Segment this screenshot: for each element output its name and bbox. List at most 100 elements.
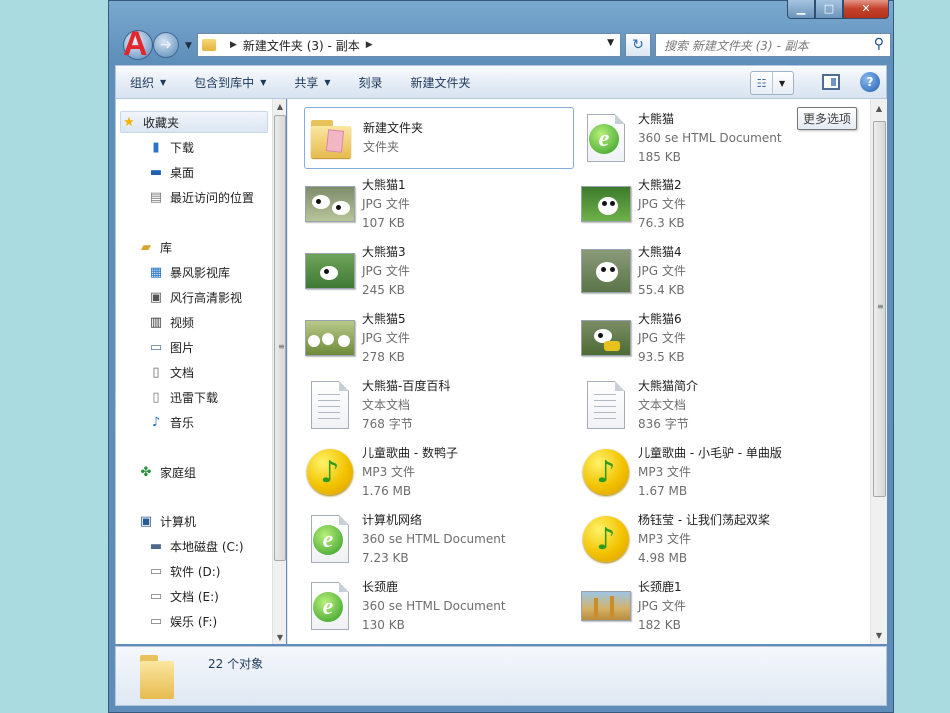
pictures-icon: ▭ bbox=[149, 339, 163, 355]
recent-places-icon: ▤ bbox=[149, 189, 163, 205]
chevron-down-icon[interactable]: ▼ bbox=[607, 38, 614, 48]
music-icon: ♪ bbox=[304, 446, 356, 498]
navigation-pane: ★ 收藏夹 ▮ 下载 ▬ 桌面 ▤ 最近访问的位置 ▰ 库 ▦ 暴风影视库 ▣ 风行高清影视 … bbox=[115, 99, 286, 644]
file-item[interactable]: 新建文件夹 文件夹 bbox=[304, 107, 574, 169]
include-library-button[interactable]: 包含到库中 ▼ bbox=[180, 74, 280, 91]
video-library-icon: ▣ bbox=[149, 289, 163, 305]
preview-pane-button[interactable] bbox=[822, 74, 840, 90]
history-dropdown-icon[interactable]: ▼ bbox=[185, 41, 192, 51]
share-button[interactable]: 共享 ▼ bbox=[280, 74, 344, 91]
search-input[interactable]: 搜索 新建文件夹 (3) - 副本 ⚲ bbox=[655, 33, 891, 57]
chevron-down-icon: ▼ bbox=[260, 77, 267, 87]
view-tiles-icon[interactable]: ☷ bbox=[751, 72, 773, 94]
file-item[interactable]: 大熊猫4 JPG 文件 55.4 KB bbox=[580, 240, 850, 302]
sidebar-item-drive-d[interactable]: ▭ 软件 (D:) bbox=[148, 560, 221, 582]
star-icon: ★ bbox=[123, 114, 135, 130]
folder-icon bbox=[305, 112, 357, 164]
scroll-down-arrow-icon[interactable]: ▼ bbox=[872, 628, 886, 642]
sidebar-item-homegroup[interactable]: ✤ 家庭组 bbox=[138, 461, 196, 483]
scroll-up-arrow-icon[interactable]: ▲ bbox=[273, 99, 287, 113]
scroll-up-arrow-icon[interactable]: ▲ bbox=[872, 101, 886, 115]
navigation-bar: A ➜ ▼ ▶ 新建文件夹 (3) - 副本 ▶ ▼ ↻ 搜索 新建文件夹 (3… bbox=[115, 27, 891, 61]
sidebar-item-documents[interactable]: ▯ 文档 bbox=[148, 361, 194, 383]
html-doc-icon: e bbox=[304, 513, 356, 565]
sidebar-scroll-thumb[interactable]: ≡ bbox=[274, 115, 286, 561]
caption-buttons: ▁ □ ✕ bbox=[787, 0, 889, 19]
folder-icon bbox=[138, 651, 178, 701]
photo-icon bbox=[580, 178, 632, 230]
chevron-right-icon[interactable]: ▶ bbox=[366, 40, 373, 50]
sidebar-item-music[interactable]: ♪ 音乐 bbox=[148, 411, 194, 433]
burn-button[interactable]: 刻录 bbox=[345, 74, 397, 91]
file-item[interactable]: e 计算机网络 360 se HTML Document 7.23 KB bbox=[304, 508, 574, 570]
file-item[interactable]: 长颈鹿1 JPG 文件 182 KB bbox=[580, 575, 850, 637]
video-library-icon: ▦ bbox=[149, 264, 163, 280]
text-doc-icon bbox=[304, 379, 356, 431]
file-item[interactable]: 大熊猫6 JPG 文件 93.5 KB bbox=[580, 307, 850, 369]
photo-icon bbox=[580, 580, 632, 632]
sidebar-item-drive-f[interactable]: ▭ 娱乐 (F:) bbox=[148, 610, 217, 632]
search-placeholder: 搜索 新建文件夹 (3) - 副本 bbox=[664, 38, 809, 53]
file-item[interactable]: 大熊猫2 JPG 文件 76.3 KB bbox=[580, 173, 850, 235]
file-item[interactable]: ♪ 儿童歌曲 - 数鸭子 MP3 文件 1.76 MB bbox=[304, 441, 574, 503]
drive-icon: ▭ bbox=[149, 563, 163, 579]
sidebar-item-baofeng[interactable]: ▦ 暴风影视库 bbox=[148, 261, 230, 283]
sidebar-item-fengxing[interactable]: ▣ 风行高清影视 bbox=[148, 286, 242, 308]
item-count: 22 个对象 bbox=[208, 657, 264, 671]
chevron-down-icon[interactable]: ▼ bbox=[779, 79, 785, 88]
chevron-right-icon[interactable]: ▶ bbox=[230, 40, 237, 50]
chevron-down-icon: ▼ bbox=[324, 77, 331, 87]
sidebar-item-pictures[interactable]: ▭ 图片 bbox=[148, 336, 194, 358]
organize-button[interactable]: 组织 ▼ bbox=[116, 74, 180, 91]
sidebar-item-drive-e[interactable]: ▭ 文档 (E:) bbox=[148, 585, 219, 607]
help-button[interactable]: ? bbox=[860, 72, 880, 92]
address-bar[interactable]: ▶ 新建文件夹 (3) - 副本 ▶ ▼ bbox=[197, 33, 621, 57]
sidebar-item-thunder[interactable]: ▯ 迅雷下载 bbox=[148, 386, 218, 408]
breadcrumb-current[interactable]: 新建文件夹 (3) - 副本 bbox=[243, 37, 360, 54]
photo-icon bbox=[304, 245, 356, 297]
sidebar-item-desktop[interactable]: ▬ 桌面 bbox=[148, 161, 194, 183]
document-icon: ▯ bbox=[152, 364, 160, 380]
html-doc-icon: e bbox=[580, 112, 632, 164]
music-icon: ♪ bbox=[580, 513, 632, 565]
folder-icon bbox=[202, 39, 216, 51]
file-item[interactable]: 大熊猫-百度百科 文本文档 768 字节 bbox=[304, 374, 574, 436]
drive-icon: ▭ bbox=[149, 613, 163, 629]
search-icon[interactable]: ⚲ bbox=[874, 36, 884, 52]
homegroup-icon: ✤ bbox=[140, 464, 152, 480]
change-view-button[interactable]: ☷ ▼ bbox=[750, 71, 794, 95]
content-scroll-thumb[interactable]: ≡ bbox=[873, 121, 886, 497]
sidebar-scrollbar[interactable]: ▲ ≡ ▼ bbox=[272, 99, 286, 644]
forward-button[interactable]: ➜ bbox=[153, 32, 179, 58]
file-list: 新建文件夹 文件夹 e 大熊猫 360 se HTML Document 185 KB… bbox=[287, 99, 887, 644]
music-icon: ♪ bbox=[580, 446, 632, 498]
minimize-button[interactable]: ▁ bbox=[787, 0, 815, 19]
new-folder-button[interactable]: 新建文件夹 bbox=[397, 74, 485, 91]
computer-icon: ▣ bbox=[139, 513, 153, 529]
sidebar-item-videos[interactable]: ▥ 视频 bbox=[148, 311, 194, 333]
sidebar-item-drive-c[interactable]: ▬ 本地磁盘 (C:) bbox=[148, 535, 244, 557]
sidebar-item-libraries[interactable]: ▰ 库 bbox=[138, 236, 172, 258]
refresh-button[interactable]: ↻ bbox=[625, 33, 651, 57]
grip-icon: ≡ bbox=[278, 342, 285, 351]
maximize-button[interactable]: □ bbox=[815, 0, 843, 19]
file-item[interactable]: 大熊猫5 JPG 文件 278 KB bbox=[304, 307, 574, 369]
desktop-icon: ▬ bbox=[149, 164, 163, 180]
sidebar-item-recent[interactable]: ▤ 最近访问的位置 bbox=[148, 186, 254, 208]
file-item[interactable]: 大熊猫3 JPG 文件 245 KB bbox=[304, 240, 574, 302]
content-scrollbar[interactable]: ▲ ≡ ▼ bbox=[870, 99, 887, 644]
system-drive-icon: ▬ bbox=[149, 538, 163, 554]
photo-icon bbox=[580, 245, 632, 297]
file-item[interactable]: 大熊猫1 JPG 文件 107 KB bbox=[304, 173, 574, 235]
sidebar-item-favorites[interactable]: ★ 收藏夹 bbox=[120, 111, 268, 133]
file-item[interactable]: ♪ 杨钰莹 - 让我们荡起双桨 MP3 文件 4.98 MB bbox=[580, 508, 850, 570]
file-item[interactable]: 大熊猫简介 文本文档 836 字节 bbox=[580, 374, 850, 436]
file-item[interactable]: ♪ 儿童歌曲 - 小毛驴 - 单曲版 MP3 文件 1.67 MB bbox=[580, 441, 850, 503]
close-button[interactable]: ✕ bbox=[843, 0, 889, 19]
sidebar-item-downloads[interactable]: ▮ 下载 bbox=[148, 136, 194, 158]
download-folder-icon: ▯ bbox=[152, 389, 160, 405]
file-item[interactable]: e 长颈鹿 360 se HTML Document 130 KB bbox=[304, 575, 574, 637]
scroll-down-arrow-icon[interactable]: ▼ bbox=[273, 630, 287, 644]
refresh-icon: ↻ bbox=[632, 37, 644, 53]
sidebar-item-computer[interactable]: ▣ 计算机 bbox=[138, 510, 196, 532]
